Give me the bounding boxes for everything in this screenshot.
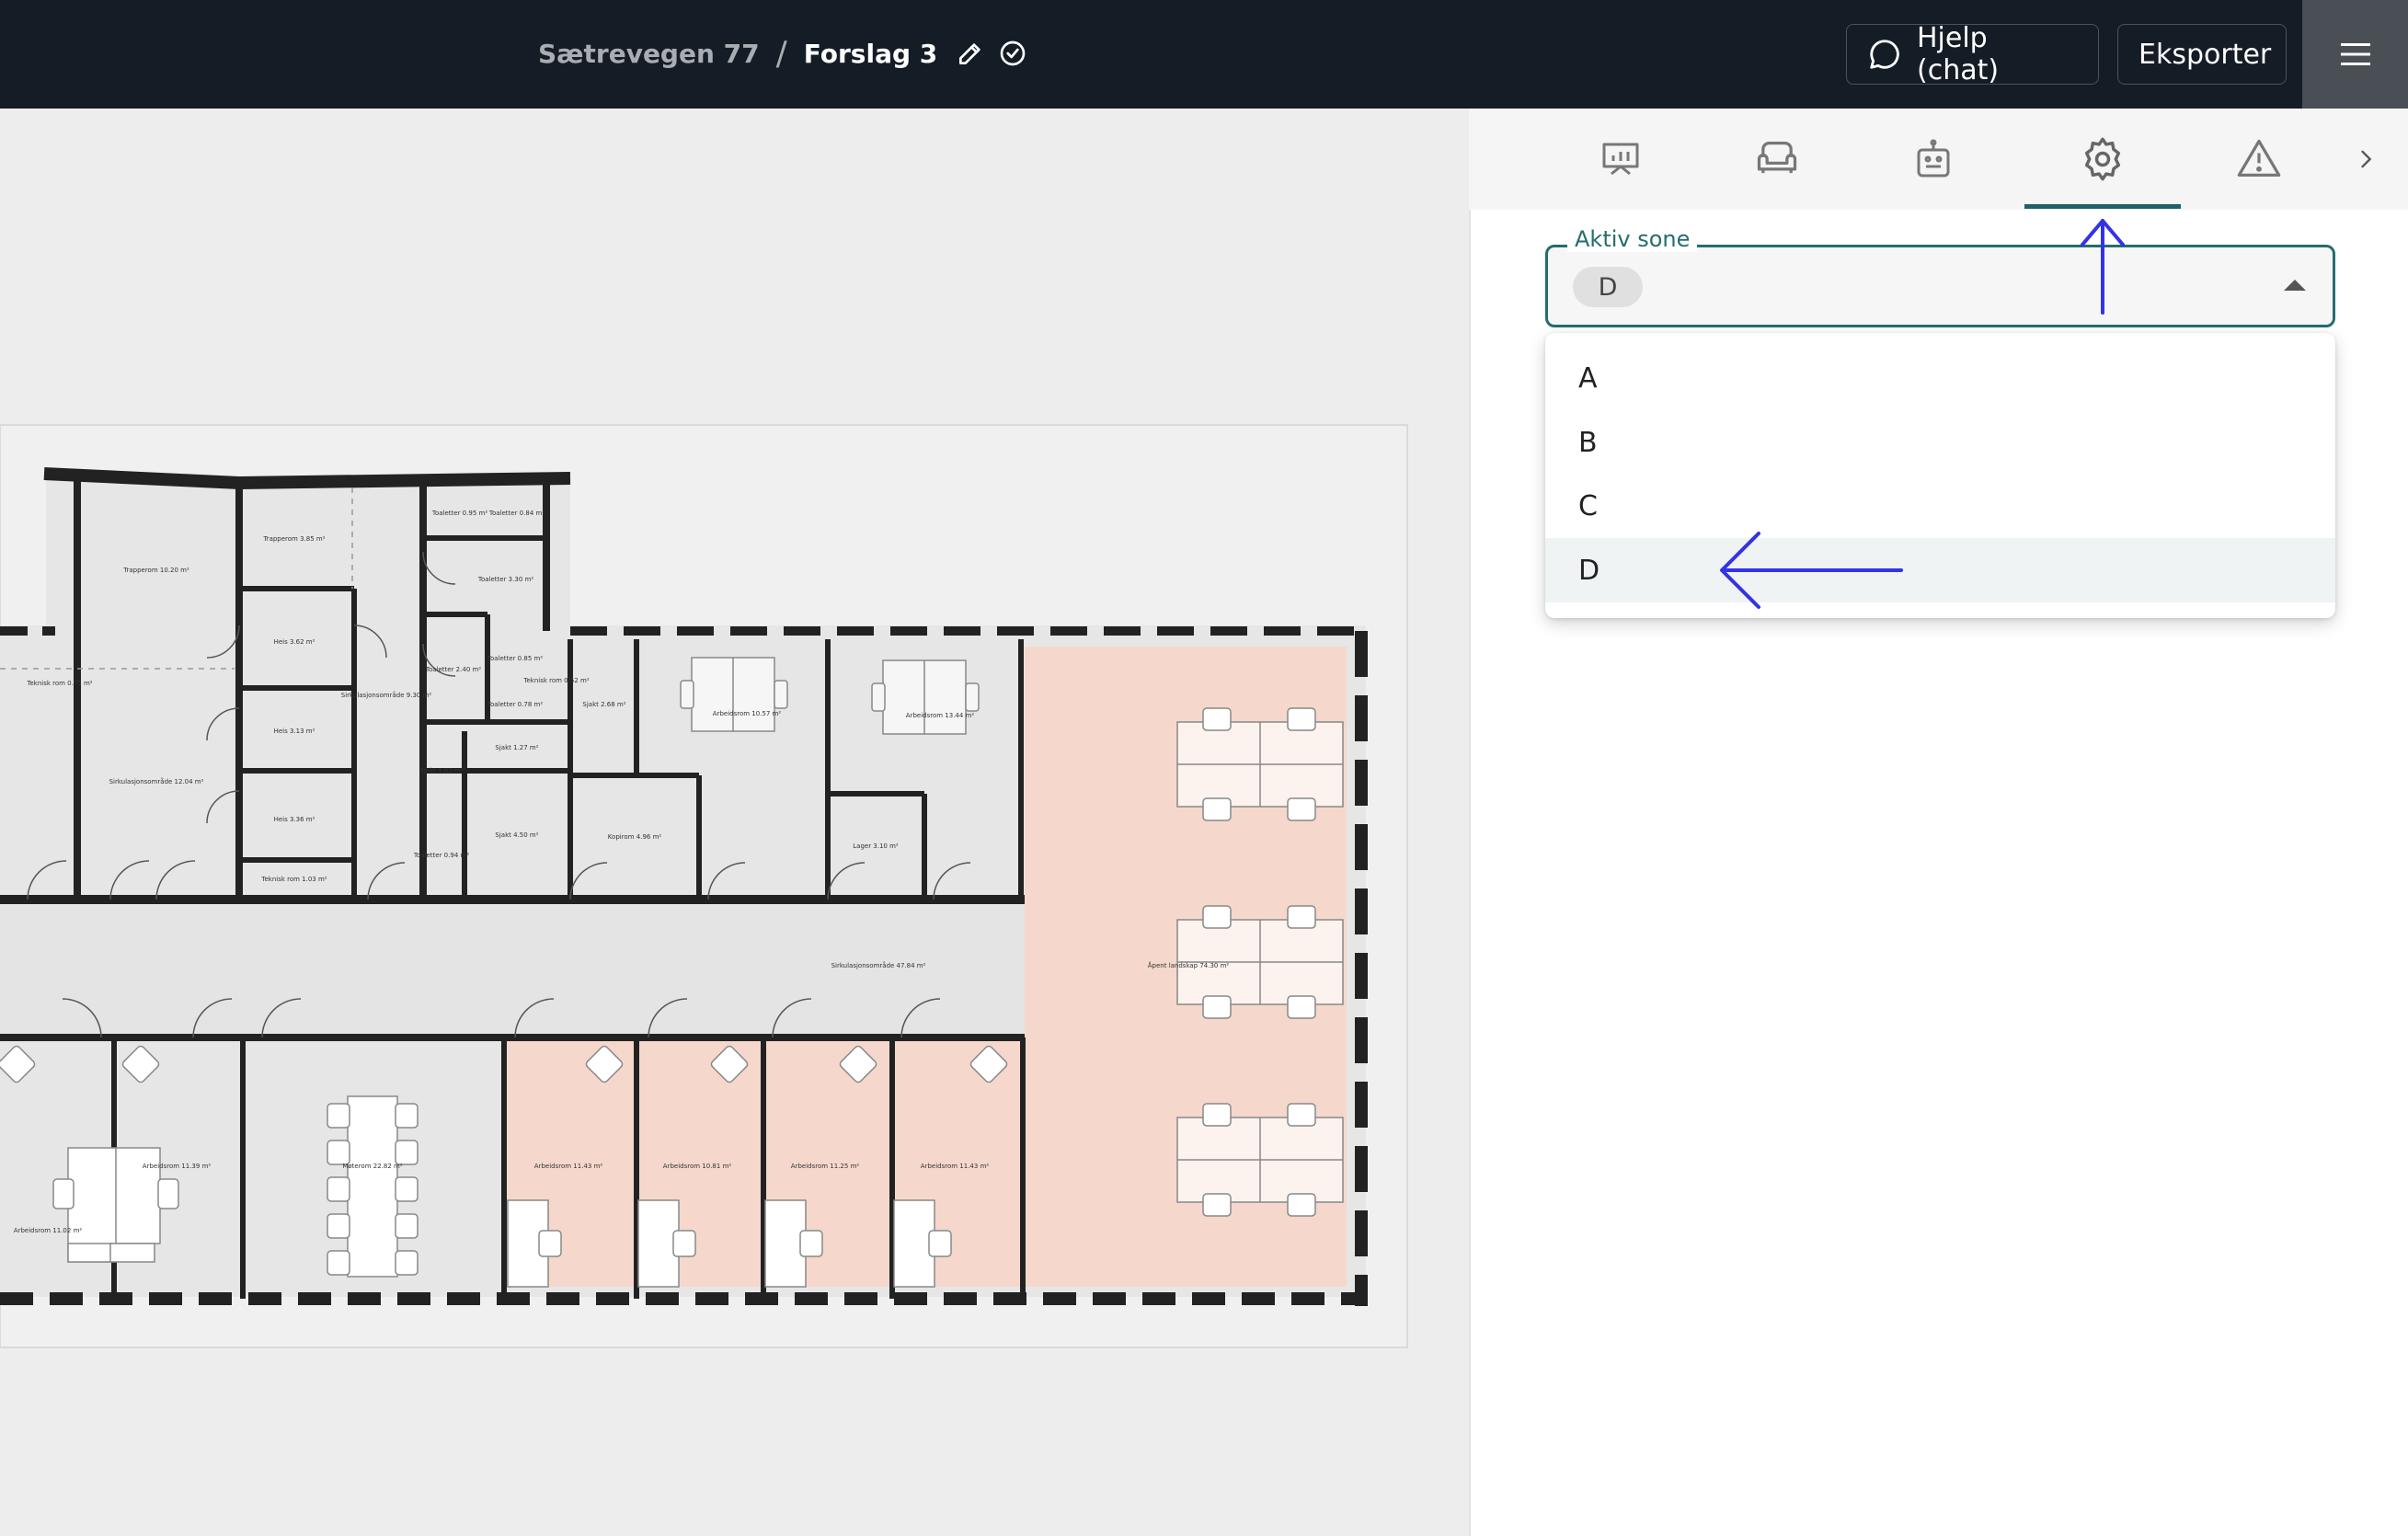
svg-text:Arbeidsrom 11.02 m²: Arbeidsrom 11.02 m² xyxy=(14,1227,83,1234)
selected-zone-chip[interactable]: D xyxy=(1573,267,1643,307)
svg-text:Lager 3.10 m²: Lager 3.10 m² xyxy=(853,843,899,850)
svg-text:Arbeidsrom 11.25 m²: Arbeidsrom 11.25 m² xyxy=(791,1163,860,1170)
svg-text:Sjakt 1.27 m²: Sjakt 1.27 m² xyxy=(495,744,538,751)
svg-text:Åpent landskap 74.30 m²: Åpent landskap 74.30 m² xyxy=(1148,961,1230,969)
proposal-name: Forslag 3 xyxy=(803,38,938,69)
svg-text:Sirkulasjonsområde 47.84 m²: Sirkulasjonsområde 47.84 m² xyxy=(831,961,926,969)
svg-text:Heis 3.13 m²: Heis 3.13 m² xyxy=(274,728,315,735)
hamburger-icon xyxy=(2337,40,2374,69)
svg-text:Toaletter 0.84 m²: Toaletter 0.84 m² xyxy=(488,510,545,517)
tabs-next-button[interactable] xyxy=(2333,109,2398,210)
armchair-icon xyxy=(1753,135,1801,183)
breadcrumb: Sætrevegen 77 / Forslag 3 xyxy=(538,33,1027,74)
svg-text:Arbeidsrom 11.39 m²: Arbeidsrom 11.39 m² xyxy=(143,1163,212,1170)
gear-icon xyxy=(2079,135,2127,183)
chat-bubble-icon xyxy=(1867,37,1902,72)
tab-settings[interactable] xyxy=(2024,109,2181,210)
project-name[interactable]: Sætrevegen 77 xyxy=(538,39,760,69)
zone-option-b[interactable]: B xyxy=(1545,410,2335,475)
svg-text:Heis 3.36 m²: Heis 3.36 m² xyxy=(274,816,315,823)
svg-text:Trapperom 10.20 m²: Trapperom 10.20 m² xyxy=(122,567,189,574)
zone-dropdown-menu: A B C D xyxy=(1545,333,2335,618)
robot-icon xyxy=(1911,137,1955,181)
svg-text:Kopirom 4.96 m²: Kopirom 4.96 m² xyxy=(608,833,662,841)
tab-automation[interactable] xyxy=(1855,109,2012,210)
svg-text:Toaletter 0.94 m²: Toaletter 0.94 m² xyxy=(413,852,469,859)
svg-text:Arbeidsrom 10.57 m²: Arbeidsrom 10.57 m² xyxy=(713,710,782,717)
menu-button[interactable] xyxy=(2302,0,2408,109)
top-bar: Sætrevegen 77 / Forslag 3 Hjelp (chat) E… xyxy=(0,0,2408,109)
svg-text:Arbeidsrom 13.44 m²: Arbeidsrom 13.44 m² xyxy=(906,712,975,719)
active-zone-select[interactable] xyxy=(1545,245,2335,327)
svg-text:Teknisk rom 0.52 m²: Teknisk rom 0.52 m² xyxy=(522,677,589,684)
zone-option-d[interactable]: D xyxy=(1545,538,2335,602)
panel-tabs xyxy=(1469,109,2408,210)
tab-warnings[interactable] xyxy=(2181,109,2337,210)
svg-text:Arbeidsrom 11.43 m²: Arbeidsrom 11.43 m² xyxy=(921,1163,990,1170)
tab-presentation[interactable] xyxy=(1542,109,1699,210)
svg-text:Toaletter 0.85 m²: Toaletter 0.85 m² xyxy=(487,655,543,662)
caret-up-icon[interactable] xyxy=(2284,280,2306,291)
svg-text:Toaletter 2.40 m²: Toaletter 2.40 m² xyxy=(425,666,481,673)
svg-text:Heis 3.62 m²: Heis 3.62 m² xyxy=(274,638,315,646)
svg-text:Teknisk rom 0.75 m²: Teknisk rom 0.75 m² xyxy=(26,680,92,687)
svg-text:Møterom 22.82 m²: Møterom 22.82 m² xyxy=(342,1163,403,1170)
svg-text:Teknisk rom 1.03 m²: Teknisk rom 1.03 m² xyxy=(260,876,327,883)
svg-text:Toaletter 0.78 m²: Toaletter 0.78 m² xyxy=(487,701,543,708)
chevron-right-icon xyxy=(2353,146,2379,172)
export-button[interactable]: Eksporter xyxy=(2117,24,2287,85)
corridor xyxy=(0,906,1025,1035)
svg-text:Sirkulasjonsområde 9.30 m²: Sirkulasjonsområde 9.30 m² xyxy=(341,691,432,699)
svg-text:Trapperom 3.85 m²: Trapperom 3.85 m² xyxy=(262,535,325,543)
zone-option-c[interactable]: C xyxy=(1545,474,2335,538)
warning-icon xyxy=(2235,135,2283,183)
presentation-chart-icon xyxy=(1599,137,1643,181)
help-chat-label: Hjelp (chat) xyxy=(1917,22,2000,86)
svg-text:Sirkulasjonsområde 12.04 m²: Sirkulasjonsområde 12.04 m² xyxy=(109,777,204,785)
svg-text:Arbeidsrom 11.43 m²: Arbeidsrom 11.43 m² xyxy=(534,1163,603,1170)
floorplan[interactable]: Trapperom 10.20 m² Trapperom 3.85 m² Toa… xyxy=(0,423,1416,1352)
active-zone-label: Aktiv sone xyxy=(1567,226,1698,252)
svg-text:Sjakt 2.68 m²: Sjakt 2.68 m² xyxy=(582,701,625,708)
svg-text:Sjakt 1.02 m²: Sjakt 1.02 m² xyxy=(419,767,463,774)
svg-text:Arbeidsrom 10.81 m²: Arbeidsrom 10.81 m² xyxy=(663,1163,732,1170)
svg-text:Toaletter 3.30 m²: Toaletter 3.30 m² xyxy=(477,576,533,583)
active-tab-indicator xyxy=(2024,204,2181,209)
check-circle-icon[interactable] xyxy=(998,39,1027,68)
svg-text:Sjakt 4.50 m²: Sjakt 4.50 m² xyxy=(495,831,538,839)
tab-furniture[interactable] xyxy=(1699,109,1855,210)
export-label: Eksporter xyxy=(2139,38,2272,71)
pencil-icon[interactable] xyxy=(956,39,985,68)
breadcrumb-separator: / xyxy=(775,34,787,73)
help-chat-button[interactable]: Hjelp (chat) xyxy=(1846,22,2099,86)
svg-text:Toaletter 0.95 m²: Toaletter 0.95 m² xyxy=(431,510,487,517)
zone-option-a[interactable]: A xyxy=(1545,346,2335,410)
